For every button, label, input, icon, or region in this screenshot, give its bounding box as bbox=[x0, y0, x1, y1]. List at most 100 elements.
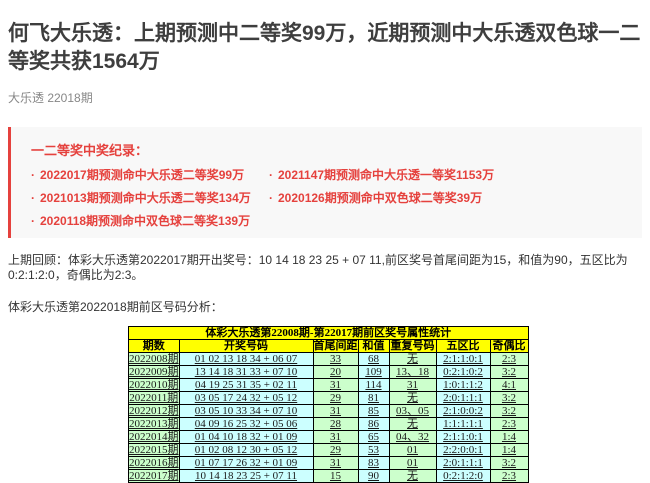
record-list: ·2022017期预测命中大乐透二等奖99万 ·2021147期预测命中大乐透一… bbox=[31, 168, 632, 228]
table-cell: 4:1 bbox=[490, 379, 528, 392]
winning-record-box: 一二等奖中奖纪录： ·2022017期预测命中大乐透二等奖99万 ·202114… bbox=[8, 127, 642, 238]
previous-draw-review: 上期回顾：体彩大乐透第2022017期开出奖号：10 14 18 23 25 +… bbox=[8, 253, 642, 283]
table-cell: 13 14 18 31 33 + 07 10 bbox=[179, 366, 313, 379]
table-cell: 2:1:0:0:2 bbox=[436, 405, 490, 418]
analysis-intro: 体彩大乐透第2022018期前区号码分析： bbox=[8, 300, 642, 315]
record-item-text: 2022017期预测命中大乐透二等奖99万 bbox=[40, 168, 244, 182]
table-cell: 10 14 18 23 25 + 07 11 bbox=[179, 470, 313, 483]
table-cell: 2022011期 bbox=[129, 392, 180, 405]
table-title: 体彩大乐透第22008期-第22017期前区奖号属性统计 bbox=[129, 327, 529, 340]
table-cell: 2022009期 bbox=[129, 366, 180, 379]
table-cell: 2:1:1:0:1 bbox=[436, 353, 490, 366]
table-cell: 3:2 bbox=[490, 392, 528, 405]
table-cell: 1:0:1:1:2 bbox=[436, 379, 490, 392]
table-cell: 2:1:1:0:1 bbox=[436, 431, 490, 444]
table-cell: 2022008期 bbox=[129, 353, 180, 366]
table-cell: 31 bbox=[313, 457, 358, 470]
table-cell: 13、18 bbox=[389, 366, 436, 379]
bullet-icon: · bbox=[31, 191, 35, 205]
table-cell: 31 bbox=[313, 405, 358, 418]
column-header-numbers: 开奖号码 bbox=[179, 340, 313, 353]
table-cell: 28 bbox=[313, 418, 358, 431]
bullet-icon: · bbox=[269, 168, 273, 182]
table-cell: 2022016期 bbox=[129, 457, 180, 470]
record-item-text: 2020118期预测命中双色球二等奖139万 bbox=[40, 214, 250, 228]
table-row: 2022013期 04 09 16 25 32 + 05 06 28 86 无 … bbox=[129, 418, 529, 431]
record-item-text: 2021147期预测命中大乐透一等奖1153万 bbox=[278, 168, 494, 182]
column-header-zone-ratio: 五区比 bbox=[436, 340, 490, 353]
table-header-row: 期数 开奖号码 首尾间距 和值 重复号码 五区比 奇偶比 bbox=[129, 340, 529, 353]
record-box-heading: 一二等奖中奖纪录： bbox=[31, 140, 632, 159]
table-cell: 03、05 bbox=[389, 405, 436, 418]
table-cell: 29 bbox=[313, 444, 358, 457]
table-cell: 2:3 bbox=[490, 418, 528, 431]
record-item-text: 2020126期预测命中双色球二等奖39万 bbox=[278, 191, 482, 205]
table-cell: 01 04 10 18 32 + 01 09 bbox=[179, 431, 313, 444]
column-header-repeats: 重复号码 bbox=[389, 340, 436, 353]
table-cell: 15 bbox=[313, 470, 358, 483]
table-row: 2022016期 01 07 17 26 32 + 01 09 31 83 01… bbox=[129, 457, 529, 470]
table-row: 2022010期 04 19 25 31 35 + 02 11 31 114 3… bbox=[129, 379, 529, 392]
table-cell: 2022014期 bbox=[129, 431, 180, 444]
table-cell: 2022017期 bbox=[129, 470, 180, 483]
table-cell: 68 bbox=[358, 353, 389, 366]
table-cell: 3:2 bbox=[490, 405, 528, 418]
record-item-text: 2021013期预测命中大乐透二等奖134万 bbox=[40, 191, 251, 205]
table-row: 2022017期 10 14 18 23 25 + 07 11 15 90 无 … bbox=[129, 470, 529, 483]
table-cell: 01 02 08 12 30 + 05 12 bbox=[179, 444, 313, 457]
table-cell: 04 09 16 25 32 + 05 06 bbox=[179, 418, 313, 431]
table-cell: 0:2:1:0:2 bbox=[436, 366, 490, 379]
table-title-row: 体彩大乐透第22008期-第22017期前区奖号属性统计 bbox=[129, 327, 529, 340]
table-cell: 29 bbox=[313, 392, 358, 405]
table-cell: 31 bbox=[389, 379, 436, 392]
record-item: ·2022017期预测命中大乐透二等奖99万 bbox=[31, 168, 269, 182]
table-cell: 01 bbox=[389, 444, 436, 457]
table-row: 2022012期 03 05 10 33 34 + 07 10 31 85 03… bbox=[129, 405, 529, 418]
table-cell: 2:0:1:1:1 bbox=[436, 392, 490, 405]
table-cell: 109 bbox=[358, 366, 389, 379]
table-cell: 2022010期 bbox=[129, 379, 180, 392]
table-cell: 2:3 bbox=[490, 353, 528, 366]
table-cell: 无 bbox=[389, 392, 436, 405]
record-item: · 2021013期预测命中大乐透二等奖134万 bbox=[31, 191, 269, 205]
table-cell: 83 bbox=[358, 457, 389, 470]
table-cell: 03 05 17 24 32 + 05 12 bbox=[179, 392, 313, 405]
table-cell: 01 bbox=[389, 457, 436, 470]
front-zone-stats-table: 体彩大乐透第22008期-第22017期前区奖号属性统计 期数 开奖号码 首尾间… bbox=[128, 326, 529, 483]
table-cell: 0:2:1:2:0 bbox=[436, 470, 490, 483]
table-row: 2022011期 03 05 17 24 32 + 05 12 29 81 无 … bbox=[129, 392, 529, 405]
table-cell: 04 19 25 31 35 + 02 11 bbox=[179, 379, 313, 392]
table-cell: 86 bbox=[358, 418, 389, 431]
table-cell: 无 bbox=[389, 418, 436, 431]
table-cell: 85 bbox=[358, 405, 389, 418]
table-row: 2022014期 01 04 10 18 32 + 01 09 31 65 04… bbox=[129, 431, 529, 444]
table-cell: 81 bbox=[358, 392, 389, 405]
lottery-issue-label: 大乐透 22018期 bbox=[8, 89, 642, 106]
table-row: 2022015期 01 02 08 12 30 + 05 12 29 53 01… bbox=[129, 444, 529, 457]
column-header-sum: 和值 bbox=[358, 340, 389, 353]
record-item: · 2021147期预测命中大乐透一等奖1153万 bbox=[269, 168, 632, 182]
column-header-issue: 期数 bbox=[129, 340, 180, 353]
table-cell: 2022015期 bbox=[129, 444, 180, 457]
table-cell: 1:4 bbox=[490, 431, 528, 444]
table-cell: 01 02 13 18 34 + 06 07 bbox=[179, 353, 313, 366]
table-cell: 1:4 bbox=[490, 444, 528, 457]
table-cell: 2:2:0:0:1 bbox=[436, 444, 490, 457]
table-cell: 04、32 bbox=[389, 431, 436, 444]
table-cell: 20 bbox=[313, 366, 358, 379]
table-cell: 01 07 17 26 32 + 01 09 bbox=[179, 457, 313, 470]
record-item: ·2020126期预测命中双色球二等奖39万 bbox=[269, 191, 632, 205]
table-cell: 无 bbox=[389, 353, 436, 366]
column-header-odd-even: 奇偶比 bbox=[490, 340, 528, 353]
table-cell: 31 bbox=[313, 379, 358, 392]
table-cell: 2:0:1:1:1 bbox=[436, 457, 490, 470]
table-cell: 90 bbox=[358, 470, 389, 483]
table-cell: 3:2 bbox=[490, 366, 528, 379]
table-cell: 53 bbox=[358, 444, 389, 457]
table-row: 2022009期 13 14 18 31 33 + 07 10 20 109 1… bbox=[129, 366, 529, 379]
table-cell: 65 bbox=[358, 431, 389, 444]
table-cell: 31 bbox=[313, 431, 358, 444]
table-cell: 03 05 10 33 34 + 07 10 bbox=[179, 405, 313, 418]
page-title: 何飞大乐透：上期预测中二等奖99万，近期预测中大乐透双色球一二等奖共获1564万 bbox=[8, 20, 648, 76]
table-cell: 3:2 bbox=[490, 457, 528, 470]
